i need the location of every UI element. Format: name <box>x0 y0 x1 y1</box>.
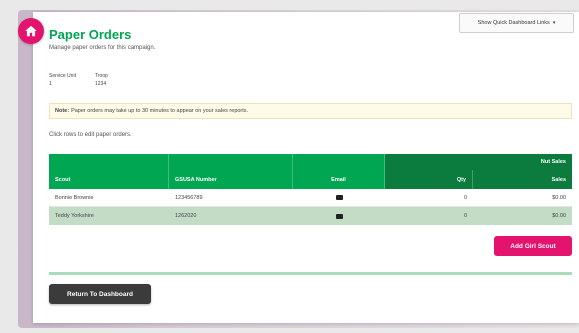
envelope-icon[interactable] <box>335 195 343 200</box>
group-header-blank-gsusa <box>169 154 293 170</box>
chevron-down-icon: ▾ <box>552 20 556 26</box>
table-row[interactable]: Bonnie Brownie 123456789 0 $0.00 <box>49 189 572 207</box>
qty-value: 0 <box>463 213 467 219</box>
troop-value: 1234 <box>95 81 107 87</box>
column-header-qty[interactable]: Qty <box>385 170 473 189</box>
scout-name: Bonnie Brownie <box>55 194 94 201</box>
email-cell <box>293 189 385 206</box>
gsusa-number: 1262020 <box>175 213 197 219</box>
add-girl-scout-button[interactable]: Add Girl Scout <box>494 236 572 256</box>
paper-orders-table: Nut Sales Scout GSUSA Number Email Qty S… <box>49 154 572 225</box>
sales-report-note: Note: Paper orders may take up to 30 min… <box>49 103 572 119</box>
edit-rows-hint: Click rows to edit paper orders. <box>49 132 132 138</box>
troop-info: Troop 1234 <box>95 72 108 88</box>
email-cell <box>293 207 385 225</box>
qty-value: 0 <box>463 194 467 201</box>
group-header-blank-scout <box>49 154 169 170</box>
section-divider <box>49 272 572 275</box>
sales-value: $0.00 <box>552 194 566 201</box>
return-to-dashboard-button[interactable]: Return To Dashboard <box>49 284 151 304</box>
note-text: Paper orders may take up to 30 minutes t… <box>71 108 249 114</box>
gsusa-number: 123456789 <box>175 194 203 201</box>
note-prefix: Note: <box>55 108 70 114</box>
scout-name: Teddy Yorkshire <box>55 213 94 219</box>
page-title: Paper Orders <box>49 27 132 42</box>
envelope-icon[interactable] <box>335 213 343 219</box>
table-header-row: Scout GSUSA Number Email Qty Sales <box>49 170 572 189</box>
service-unit-value: 1 <box>49 81 52 87</box>
column-header-email[interactable]: Email <box>293 170 385 189</box>
column-header-gsusa-number[interactable]: GSUSA Number <box>169 170 293 189</box>
home-button[interactable] <box>18 18 44 44</box>
group-header-blank-email <box>293 154 385 170</box>
column-header-sales[interactable]: Sales <box>473 170 572 189</box>
sales-value: $0.00 <box>552 213 566 219</box>
table-group-header-row: Nut Sales <box>49 154 572 170</box>
page-subtitle: Manage paper orders for this campaign. <box>49 45 156 51</box>
troop-label: Troop <box>95 73 108 79</box>
nut-sales-group-header: Nut Sales <box>385 154 572 170</box>
quick-dashboard-links-label: Show Quick Dashboard Links <box>477 20 550 26</box>
service-unit-info: Service Unit 1 <box>49 72 76 88</box>
quick-dashboard-links-button[interactable]: Show Quick Dashboard Links ▾ <box>459 13 574 33</box>
service-unit-label: Service Unit <box>49 73 76 79</box>
column-header-scout[interactable]: Scout <box>49 170 169 189</box>
home-icon <box>25 25 37 37</box>
table-row[interactable]: Teddy Yorkshire 1262020 0 $0.00 <box>49 207 572 225</box>
